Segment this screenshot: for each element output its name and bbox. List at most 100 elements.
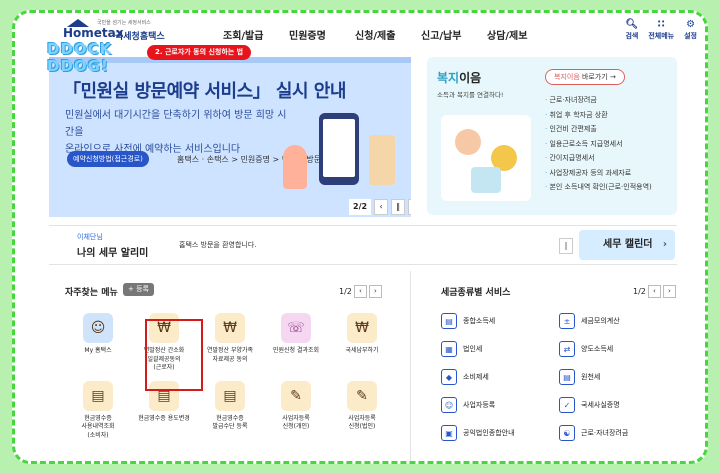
banner-page-indicator: 2/2 [349, 199, 372, 215]
main-banner[interactable]: 「민원실 방문예약 서비스」 실시 안내 민원실에서 대기시간을 단축하기 위하… [49, 57, 411, 217]
prev-slide-button[interactable]: ‹ [374, 199, 389, 215]
settings-button[interactable]: ⚙ 설정 [684, 19, 697, 41]
banner-title: 「민원실 방문예약 서비스」 실시 안내 [63, 81, 346, 102]
phone-illustration [319, 113, 359, 185]
transfer-doc-icon: ⇄ [559, 341, 575, 357]
all-menu-button[interactable]: ∷ 전체메뉴 [648, 19, 674, 41]
handshake-icon: ☯ [559, 425, 575, 441]
tax-service-item[interactable]: ▤ 원천세 [559, 369, 677, 385]
favorite-item[interactable]: ▤ 현금영수증 용도변경 [131, 380, 197, 441]
favorite-grid: ☺ My 홈택스 ₩ 연말정산 간소화 일괄제공동의 (근로자) ₩ 연말정산 부양가… [65, 313, 395, 440]
welfare-illustration [441, 115, 531, 201]
tax-calendar-button[interactable]: 세무 캘린더 › [579, 230, 675, 260]
nav-item-application[interactable]: 신청/제출 [355, 27, 421, 42]
tax-service-item[interactable]: ▦ 법인세 [441, 341, 559, 357]
tax-service-item[interactable]: ◆ 소비제세 [441, 369, 559, 385]
search-icon: 🔍︎ [625, 19, 639, 30]
tax-service-item[interactable]: ☺ 사업자등록 [441, 397, 559, 413]
tax-service-item[interactable]: ⇄ 양도소득세 [559, 341, 677, 357]
pencil-doc-icon: ✎ [347, 380, 377, 411]
welfare-link[interactable]: 사업장제공자 등의 과세자료 [545, 166, 652, 181]
money-bag-icon: ₩ [149, 313, 179, 343]
nav-item-certificate[interactable]: 민원증명 [289, 27, 355, 42]
nav-item-filing[interactable]: 신고/납부 [421, 27, 487, 42]
tax-service-item[interactable]: ± 세금모의계산 [559, 313, 677, 329]
banner-pager: 2/2 ‹ ‖ › [349, 199, 411, 215]
banner-tag: 예약신청방법(접근경로) [67, 151, 149, 167]
watermark-sticker: DDOCK DDOG! [47, 40, 113, 75]
welfare-link[interactable]: 인건비 간편제출 [545, 122, 652, 137]
welfare-subtitle: 소득과 복지를 연결하다! [437, 91, 504, 99]
welfare-link[interactable]: 일용근로소득 지급명세서 [545, 137, 652, 152]
tax-page-indicator: 1/2 [633, 287, 646, 296]
favorite-item[interactable]: ✎ 사업자등록 신청(법인) [329, 380, 395, 441]
tax-notifier-bar: 이체단님 나의 세무 알리미 홈택스 방문을 환영합니다. ‖ 세무 캘린더 › [49, 225, 677, 265]
favorite-item[interactable]: ₩ 연말정산 간소화 일괄제공동의 (근로자) [131, 313, 197, 373]
welfare-go-button[interactable]: 복지이음 바로가기 → [545, 69, 625, 85]
tax-pager: 1/2 ‹ › [633, 285, 676, 298]
receipt-icon: ▤ [83, 380, 113, 411]
welfare-link[interactable]: 근로·자녀장려금 [545, 93, 652, 108]
calculator-icon: ± [559, 313, 575, 329]
desk-illustration [369, 135, 395, 185]
notifier-pause-button[interactable]: ‖ [559, 238, 573, 254]
tax-prev-button[interactable]: ‹ [647, 285, 661, 298]
site-header: 국민을 섬기는 세정서비스 Hometax 국세청홈택스 조회/발급 민원증명 … [15, 13, 705, 53]
notifier-message: 홈택스 방문을 환영합니다. [179, 241, 257, 249]
welfare-link[interactable]: 취업 후 학자금 상환 [545, 108, 652, 123]
tax-service-item[interactable]: ☯ 근로·자녀장려금 [559, 425, 677, 441]
person-illustration [283, 145, 307, 189]
welfare-title: 복지이음 [437, 71, 482, 85]
favorite-item[interactable]: ☺ My 홈택스 [65, 313, 131, 373]
headset-icon: ☏ [281, 313, 311, 343]
certificate-icon: ✓ [559, 397, 575, 413]
pencil-doc-icon: ✎ [281, 380, 311, 411]
favorite-item[interactable]: ▤ 현금영수증 사용내역조회 (소비자) [65, 380, 131, 441]
tax-service-list: ▤ 종합소득세 ± 세금모의계산 ▦ 법인세 ⇄ 양도소득세 ◆ 소비제세 ▤ 원천세 ☺ 사… [441, 313, 677, 441]
favorite-item[interactable]: ☏ 민원신청 결과조회 [263, 313, 329, 373]
tax-next-button[interactable]: › [662, 285, 676, 298]
browser-frame: 국민을 섬기는 세정서비스 Hometax 국세청홈택스 조회/발급 민원증명 … [12, 10, 708, 464]
person-icon: ☺ [83, 313, 113, 343]
welfare-link[interactable]: 본인 소득내역 확인(근로·인적용역) [545, 180, 651, 195]
car-icon: ▤ [441, 313, 457, 329]
pause-slide-button[interactable]: ‖ [391, 199, 406, 215]
header-tools: 🔍︎ 검색 ∷ 전체메뉴 ⚙ 설정 [625, 19, 697, 41]
document-icon: ▤ [559, 369, 575, 385]
welfare-link-list: 근로·자녀장려금 취업 후 학자금 상환 인건비 간편제출 일용근로소득 지급명… [545, 93, 652, 195]
tax-service-item[interactable]: ▤ 종합소득세 [441, 313, 559, 329]
nav-item-consult[interactable]: 상담/제보 [487, 27, 553, 42]
search-button[interactable]: 🔍︎ 검색 [625, 19, 638, 41]
favorite-item[interactable]: ✎ 사업자등록 신청(개인) [263, 380, 329, 441]
add-favorite-button[interactable]: + 등록 [123, 283, 154, 296]
nav-item-inquiry[interactable]: 조회/발급 [223, 27, 289, 42]
diamond-icon: ◆ [441, 369, 457, 385]
next-slide-button[interactable]: › [408, 199, 411, 215]
clipboard-icon: ▣ [441, 425, 457, 441]
favorite-menu-panel: 자주찾는 메뉴 + 등록 1/2 ‹ › ☺ My 홈택스 ₩ 연말정산 간소화 일… [49, 271, 411, 461]
favorite-prev-button[interactable]: ‹ [353, 285, 367, 298]
favorite-item[interactable]: ▤ 현금영수증 발급수단 등록 [197, 380, 263, 441]
welfare-panel: 복지이음 소득과 복지를 연결하다! 복지이음 바로가기 → 근로·자녀장려금 … [427, 57, 677, 215]
welfare-link[interactable]: 간이지급명세서 [545, 151, 652, 166]
favorite-item[interactable]: ₩ 연말정산 부양가족 자료제공 동의 [197, 313, 263, 373]
person-icon: ☺ [441, 397, 457, 413]
notifier-title: 나의 세무 알리미 [77, 248, 149, 259]
banner-path: 홈택스 · 손택스 > 민원증명 > 민원실 방문예약 [177, 155, 336, 164]
tutorial-callout: 2. 근로자가 동의 신청하는 법 [147, 45, 252, 60]
receipt-icon: ▤ [215, 380, 245, 411]
favorite-item[interactable]: ₩ 국세납부하기 [329, 313, 395, 373]
tax-service-title: 세금종류별 서비스 [441, 288, 511, 298]
tax-service-item[interactable]: ✓ 국세사실증명 [559, 397, 677, 413]
favorite-page-indicator: 1/2 [339, 287, 352, 296]
grid-menu-icon: ∷ [657, 19, 665, 30]
money-bag-icon: ₩ [215, 313, 245, 343]
receipt-icon: ▤ [149, 380, 179, 411]
gear-icon: ⚙ [686, 19, 696, 30]
main-nav: 조회/발급 민원증명 신청/제출 신고/납부 상담/제보 [223, 27, 553, 42]
favorite-pager: 1/2 ‹ › [339, 285, 382, 298]
favorite-next-button[interactable]: › [368, 285, 382, 298]
tax-service-item[interactable]: ▣ 공익법인종합안내 [441, 425, 559, 441]
favorite-menu-title: 자주찾는 메뉴 [65, 288, 118, 298]
notifier-user-label: 이체단님 [77, 233, 103, 241]
